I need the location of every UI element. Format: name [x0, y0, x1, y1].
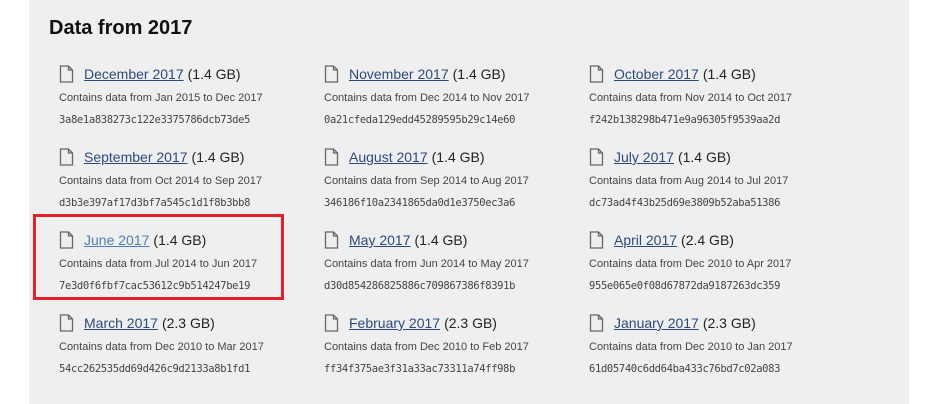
download-item-june-2017: June 2017 (1.4 GB) Contains data from Ju… — [59, 228, 324, 311]
checksum: ff34f375ae3f31a33ac73311a74ff98b — [324, 363, 516, 375]
download-link[interactable]: August 2017 — [349, 149, 428, 165]
download-link[interactable]: July 2017 — [614, 149, 674, 165]
date-range-description: Contains data from Oct 2014 to Sep 2017 — [59, 175, 263, 187]
date-range-description: Contains data from Jul 2014 to Jun 2017 — [59, 258, 258, 270]
file-icon — [589, 231, 604, 249]
section-title: Data from 2017 — [49, 17, 193, 39]
checksum: 955e065e0f08d67872da9187263dc359 — [589, 280, 781, 292]
download-item-april-2017: April 2017 (2.4 GB) Contains data from D… — [589, 228, 854, 311]
date-range-description: Contains data from Jun 2014 to May 2017 — [324, 258, 529, 270]
date-range-description: Contains data from Dec 2010 to Feb 2017 — [324, 341, 529, 353]
checksum: f242b138298b471e9a96305f9539aa2d — [589, 114, 781, 126]
download-link[interactable]: May 2017 — [349, 232, 410, 248]
file-size: (1.4 GB) — [187, 66, 241, 82]
download-item-february-2017: February 2017 (2.3 GB) Contains data fro… — [324, 311, 589, 394]
download-item-august-2017: August 2017 (1.4 GB) Contains data from … — [324, 145, 589, 228]
download-link[interactable]: November 2017 — [349, 66, 449, 82]
download-item-title-row: October 2017 (1.4 GB) — [589, 62, 854, 86]
download-item-march-2017: March 2017 (2.3 GB) Contains data from D… — [59, 311, 324, 394]
download-item-title-row: February 2017 (2.3 GB) — [324, 311, 589, 335]
file-size: (2.3 GB) — [702, 315, 756, 331]
date-range-description: Contains data from Sep 2014 to Aug 2017 — [324, 175, 529, 187]
date-range-description: Contains data from Dec 2010 to Mar 2017 — [59, 341, 264, 353]
file-size: (1.4 GB) — [702, 66, 756, 82]
file-icon — [324, 314, 339, 332]
file-icon — [324, 231, 339, 249]
file-icon — [59, 314, 74, 332]
date-range-description: Contains data from Dec 2010 to Apr 2017 — [589, 258, 792, 270]
checksum: 0a21cfeda129edd45289595b29c14e60 — [324, 114, 516, 126]
file-icon — [589, 148, 604, 166]
checksum: d30d854286825886c709867386f8391b — [324, 280, 516, 292]
checksum: 7e3d0f6fbf7cac53612c9b514247be19 — [59, 280, 251, 292]
download-item-title-row: July 2017 (1.4 GB) — [589, 145, 854, 169]
checksum: 61d05740c6dd64ba433c76bd7c02a083 — [589, 363, 781, 375]
download-link[interactable]: December 2017 — [84, 66, 184, 82]
download-item-title-row: May 2017 (1.4 GB) — [324, 228, 589, 252]
date-range-description: Contains data from Dec 2010 to Jan 2017 — [589, 341, 793, 353]
checksum: d3b3e397af17d3bf7a545c1d1f8b3bb8 — [59, 197, 251, 209]
file-icon — [59, 148, 74, 166]
download-link[interactable]: February 2017 — [349, 315, 440, 331]
download-item-title-row: December 2017 (1.4 GB) — [59, 62, 324, 86]
file-icon — [589, 65, 604, 83]
checksum: dc73ad4f43b25d69e3809b52aba51386 — [589, 197, 781, 209]
download-item-may-2017: May 2017 (1.4 GB) Contains data from Jun… — [324, 228, 589, 311]
download-item-title-row: November 2017 (1.4 GB) — [324, 62, 589, 86]
date-range-description: Contains data from Jan 2015 to Dec 2017 — [59, 92, 263, 104]
download-item-title-row: June 2017 (1.4 GB) — [59, 228, 324, 252]
file-size: (2.3 GB) — [161, 315, 215, 331]
download-link[interactable]: June 2017 — [84, 232, 149, 248]
file-size: (1.4 GB) — [153, 232, 207, 248]
download-item-title-row: March 2017 (2.3 GB) — [59, 311, 324, 335]
file-size: (1.4 GB) — [452, 66, 506, 82]
file-size: (1.4 GB) — [414, 232, 468, 248]
download-item-january-2017: January 2017 (2.3 GB) Contains data from… — [589, 311, 854, 394]
file-size: (1.4 GB) — [677, 149, 731, 165]
checksum: 3a8e1a838273c122e3375786dcb73de5 — [59, 114, 251, 126]
file-size: (1.4 GB) — [191, 149, 245, 165]
download-link[interactable]: September 2017 — [84, 149, 188, 165]
download-item-title-row: January 2017 (2.3 GB) — [589, 311, 854, 335]
download-link[interactable]: January 2017 — [614, 315, 699, 331]
date-range-description: Contains data from Dec 2014 to Nov 2017 — [324, 92, 530, 104]
download-item-september-2017: September 2017 (1.4 GB) Contains data fr… — [59, 145, 324, 228]
download-link[interactable]: March 2017 — [84, 315, 158, 331]
checksum: 346186f10a2341865da0d1e3750ec3a6 — [324, 197, 516, 209]
file-size: (1.4 GB) — [431, 149, 485, 165]
file-icon — [589, 314, 604, 332]
date-range-description: Contains data from Nov 2014 to Oct 2017 — [589, 92, 793, 104]
date-range-description: Contains data from Aug 2014 to Jul 2017 — [589, 175, 789, 187]
download-link[interactable]: October 2017 — [614, 66, 699, 82]
download-item-title-row: September 2017 (1.4 GB) — [59, 145, 324, 169]
file-icon — [59, 65, 74, 83]
file-icon — [324, 65, 339, 83]
download-link[interactable]: April 2017 — [614, 232, 677, 248]
download-item-november-2017: November 2017 (1.4 GB) Contains data fro… — [324, 62, 589, 145]
download-item-july-2017: July 2017 (1.4 GB) Contains data from Au… — [589, 145, 854, 228]
file-size: (2.4 GB) — [681, 232, 734, 248]
download-item-title-row: August 2017 (1.4 GB) — [324, 145, 589, 169]
download-item-december-2017: December 2017 (1.4 GB) Contains data fro… — [59, 62, 324, 145]
download-item-october-2017: October 2017 (1.4 GB) Contains data from… — [589, 62, 854, 145]
file-icon — [324, 148, 339, 166]
download-item-title-row: April 2017 (2.4 GB) — [589, 228, 854, 252]
checksum: 54cc262535dd69d426c9d2133a8b1fd1 — [59, 363, 251, 375]
file-size: (2.3 GB) — [444, 315, 497, 331]
file-icon — [59, 231, 74, 249]
download-grid: December 2017 (1.4 GB) Contains data fro… — [59, 62, 854, 394]
